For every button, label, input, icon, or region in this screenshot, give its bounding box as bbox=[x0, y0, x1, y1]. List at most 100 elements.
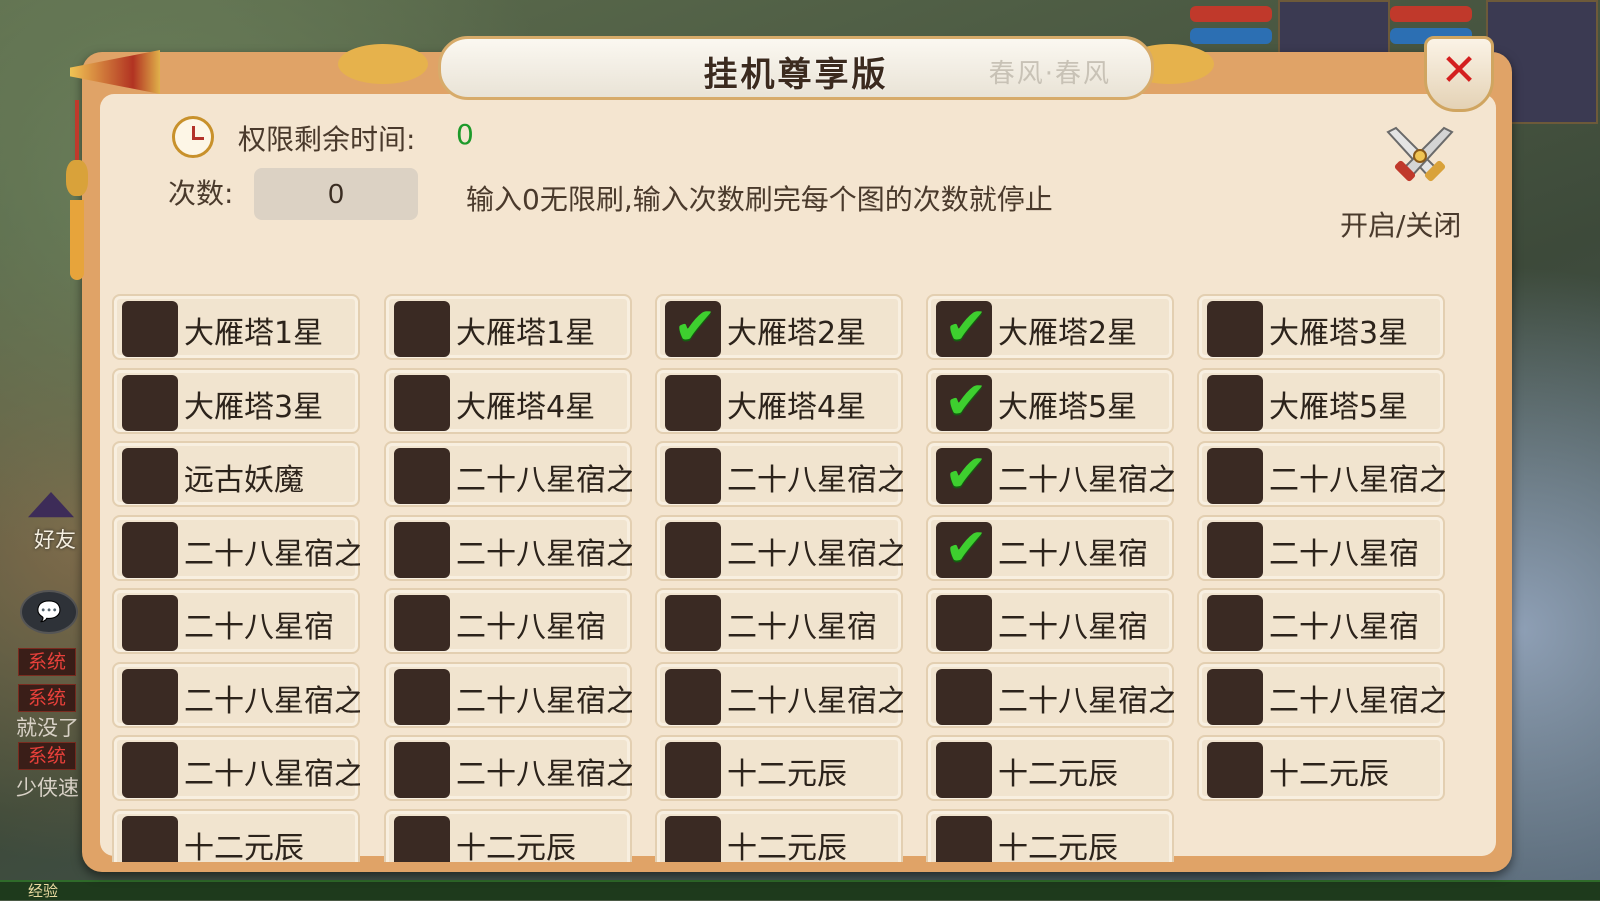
map-option-label: 二十八星宿之 bbox=[1269, 683, 1445, 719]
map-option-cell[interactable]: 大雁塔4星 bbox=[655, 367, 903, 434]
map-option-cell[interactable]: 二十八星宿之 bbox=[655, 514, 903, 581]
checkbox[interactable] bbox=[394, 521, 450, 578]
map-option-cell[interactable]: ✔ 二十八星宿 bbox=[926, 514, 1174, 581]
map-option-label: 大雁塔1星 bbox=[456, 316, 596, 351]
checkbox[interactable] bbox=[936, 742, 992, 798]
crossed-swords-icon[interactable] bbox=[1382, 126, 1458, 186]
map-option-cell[interactable]: 二十八星宿之 bbox=[112, 735, 360, 801]
map-option-cell[interactable]: 大雁塔4星 bbox=[384, 367, 632, 434]
map-option-cell[interactable]: 大雁塔3星 bbox=[112, 367, 360, 434]
map-option-cell[interactable]: 大雁塔5星 bbox=[1197, 367, 1445, 434]
map-option-label: 二十八星宿之 bbox=[456, 757, 632, 792]
map-option-cell[interactable]: ✔ 二十八星宿之 bbox=[926, 441, 1174, 507]
checkbox[interactable] bbox=[665, 595, 721, 651]
checkbox[interactable] bbox=[122, 742, 178, 798]
checkbox[interactable] bbox=[665, 815, 721, 862]
checkbox[interactable] bbox=[665, 521, 721, 578]
map-option-label: 二十八星宿之 bbox=[456, 536, 632, 572]
map-option-cell[interactable]: 十二元辰 bbox=[384, 808, 632, 862]
map-option-cell[interactable]: 二十八星宿 bbox=[1197, 588, 1445, 654]
checkbox[interactable] bbox=[394, 595, 450, 651]
checkbox[interactable] bbox=[1207, 668, 1263, 725]
map-option-label: 十二元辰 bbox=[184, 830, 304, 863]
map-option-label: 二十八星宿之 bbox=[998, 463, 1174, 498]
checkbox[interactable] bbox=[665, 448, 721, 504]
map-option-cell[interactable]: 二十八星宿之 bbox=[384, 441, 632, 507]
checkbox[interactable] bbox=[122, 595, 178, 651]
checkbox[interactable] bbox=[665, 668, 721, 725]
map-option-cell[interactable]: 二十八星宿之 bbox=[384, 514, 632, 581]
map-option-cell[interactable]: 二十八星宿 bbox=[1197, 514, 1445, 581]
checkbox[interactable] bbox=[1207, 521, 1263, 578]
toggle-label[interactable]: 开启/关闭 bbox=[1340, 204, 1461, 244]
map-option-cell[interactable]: 二十八星宿 bbox=[112, 588, 360, 654]
map-option-label: 二十八星宿之 bbox=[456, 683, 632, 719]
map-option-cell[interactable]: 大雁塔1星 bbox=[112, 294, 360, 360]
map-option-cell[interactable]: 十二元辰 bbox=[926, 808, 1174, 862]
checkbox[interactable] bbox=[1207, 448, 1263, 504]
checkbox[interactable] bbox=[936, 595, 992, 651]
checkbox[interactable] bbox=[1207, 374, 1263, 431]
map-option-cell[interactable]: 二十八星宿 bbox=[384, 588, 632, 654]
map-option-cell[interactable]: 十二元辰 bbox=[655, 735, 903, 801]
checkbox[interactable] bbox=[122, 448, 178, 504]
map-option-label: 二十八星宿 bbox=[456, 610, 606, 645]
checkbox[interactable] bbox=[1207, 301, 1263, 357]
map-option-cell[interactable]: ✔ 大雁塔2星 bbox=[926, 294, 1174, 360]
map-option-cell[interactable]: 二十八星宿 bbox=[655, 588, 903, 654]
checkbox[interactable] bbox=[936, 815, 992, 862]
map-option-cell[interactable]: 二十八星宿之 bbox=[926, 661, 1174, 728]
checkbox[interactable] bbox=[665, 374, 721, 431]
dialog-title: 挂机尊享版 bbox=[703, 55, 889, 95]
friends-button[interactable]: 好友 bbox=[22, 488, 84, 556]
checkbox[interactable] bbox=[122, 668, 178, 725]
map-option-label: 二十八星宿 bbox=[184, 610, 334, 645]
close-button[interactable]: ✕ bbox=[1424, 36, 1494, 112]
checkbox[interactable] bbox=[122, 521, 178, 578]
map-option-cell[interactable]: ✔ 大雁塔5星 bbox=[926, 367, 1174, 434]
map-option-label: 十二元辰 bbox=[1269, 757, 1389, 792]
checkbox[interactable] bbox=[122, 374, 178, 431]
permission-time-value: 0 bbox=[456, 118, 474, 151]
checkbox[interactable] bbox=[122, 815, 178, 862]
count-input[interactable] bbox=[254, 168, 418, 220]
map-option-label: 二十八星宿之 bbox=[184, 757, 360, 792]
checkbox[interactable] bbox=[394, 374, 450, 431]
map-option-cell[interactable]: 二十八星宿之 bbox=[1197, 441, 1445, 507]
map-option-label: 大雁塔3星 bbox=[1269, 316, 1409, 351]
checkmark-icon: ✔ bbox=[673, 297, 717, 357]
checkbox[interactable] bbox=[394, 301, 450, 357]
map-option-label: 远古妖魔 bbox=[184, 463, 304, 498]
checkbox[interactable] bbox=[122, 301, 178, 357]
clock-icon bbox=[172, 116, 214, 158]
map-option-cell[interactable]: 二十八星宿之 bbox=[655, 661, 903, 728]
map-option-label: 二十八星宿之 bbox=[184, 683, 360, 719]
map-option-cell[interactable]: 二十八星宿之 bbox=[655, 441, 903, 507]
map-option-cell[interactable]: 二十八星宿之 bbox=[1197, 661, 1445, 728]
map-option-cell[interactable]: 二十八星宿 bbox=[926, 588, 1174, 654]
map-option-cell[interactable]: 二十八星宿之 bbox=[112, 514, 360, 581]
checkbox[interactable] bbox=[1207, 595, 1263, 651]
checkbox[interactable] bbox=[394, 742, 450, 798]
map-option-cell[interactable]: 十二元辰 bbox=[655, 808, 903, 862]
map-option-cell[interactable]: 远古妖魔 bbox=[112, 441, 360, 507]
map-option-cell[interactable]: 大雁塔1星 bbox=[384, 294, 632, 360]
map-option-cell[interactable]: ✔ 大雁塔2星 bbox=[655, 294, 903, 360]
map-option-cell[interactable]: 十二元辰 bbox=[112, 808, 360, 863]
map-option-cell[interactable]: 二十八星宿之 bbox=[112, 661, 360, 728]
title-plate: 春风·春风 挂机尊享版 bbox=[438, 36, 1154, 100]
checkbox[interactable] bbox=[665, 742, 721, 798]
checkbox[interactable] bbox=[1207, 742, 1263, 798]
checkbox[interactable] bbox=[936, 668, 992, 725]
checkbox[interactable] bbox=[394, 448, 450, 504]
checkmark-icon: ✔ bbox=[944, 297, 988, 357]
checkmark-icon: ✔ bbox=[944, 444, 988, 504]
checkbox[interactable] bbox=[394, 668, 450, 725]
map-option-cell[interactable]: 二十八星宿之 bbox=[384, 735, 632, 801]
map-option-cell[interactable]: 二十八星宿之 bbox=[384, 661, 632, 728]
map-option-cell[interactable]: 十二元辰 bbox=[1197, 735, 1445, 801]
map-option-cell[interactable]: 十二元辰 bbox=[926, 735, 1174, 801]
map-option-cell[interactable]: 大雁塔3星 bbox=[1197, 294, 1445, 360]
chat-bubble-icon[interactable]: 💬 bbox=[20, 590, 78, 634]
checkbox[interactable] bbox=[394, 815, 450, 862]
